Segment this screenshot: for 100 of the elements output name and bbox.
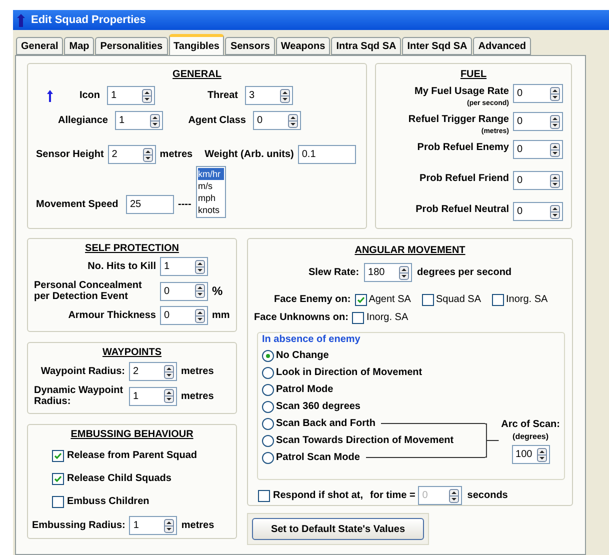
checkbox[interactable] bbox=[52, 450, 64, 462]
spinner-icon[interactable] bbox=[288, 114, 298, 128]
group-heading: GENERAL bbox=[172, 68, 222, 82]
list-item[interactable]: knots bbox=[198, 204, 224, 216]
tab[interactable]: General bbox=[16, 37, 64, 55]
number-field[interactable]: 2 bbox=[129, 362, 177, 381]
list-item[interactable]: km/hr bbox=[198, 168, 224, 180]
spinner-icon[interactable] bbox=[195, 308, 205, 322]
checkbox[interactable] bbox=[422, 294, 434, 306]
spinner-icon[interactable] bbox=[164, 364, 174, 378]
checkbox-label: Release Child Squads bbox=[67, 472, 172, 486]
tab[interactable]: Advanced bbox=[473, 37, 532, 55]
checkbox[interactable] bbox=[352, 312, 364, 324]
spinner-icon[interactable] bbox=[164, 518, 174, 532]
number-field[interactable]: 1 bbox=[129, 386, 177, 406]
tab[interactable]: Weapons bbox=[276, 37, 330, 55]
radio-label: Scan Back and Forth bbox=[276, 417, 376, 431]
field-label: Agent Class bbox=[187, 114, 247, 128]
checkbox[interactable] bbox=[52, 496, 64, 508]
default-button[interactable]: Set to Default State's Values bbox=[252, 518, 424, 540]
unit-listbox[interactable]: km/hr m/s mph knots bbox=[196, 166, 226, 218]
field-note: (degrees) bbox=[512, 432, 549, 441]
spinner-icon[interactable] bbox=[550, 86, 560, 100]
spinner-icon[interactable] bbox=[142, 88, 152, 102]
spinner-icon[interactable] bbox=[280, 88, 290, 102]
number-field[interactable]: 0 bbox=[513, 171, 563, 190]
tab[interactable]: Map bbox=[64, 37, 94, 55]
radio-button[interactable] bbox=[262, 434, 274, 446]
group-heading: WAYPOINTS bbox=[101, 346, 163, 360]
spinner-icon[interactable] bbox=[550, 174, 560, 188]
window-title: Edit Squad Properties bbox=[31, 12, 146, 28]
number-field[interactable]: 3 bbox=[245, 86, 293, 105]
unit-label: metres bbox=[160, 148, 193, 162]
unit-label: metres bbox=[181, 365, 214, 379]
checkbox-label: Release from Parent Squad bbox=[67, 449, 198, 463]
number-field[interactable]: 1 bbox=[107, 86, 155, 105]
unit-label: % bbox=[212, 283, 223, 300]
spinner-icon[interactable] bbox=[142, 148, 153, 162]
tab[interactable]: Sensors bbox=[225, 37, 275, 55]
field-label: Threat bbox=[206, 89, 239, 103]
radio-button[interactable] bbox=[262, 384, 274, 396]
radio-button[interactable] bbox=[262, 350, 274, 362]
number-field[interactable]: 100 bbox=[512, 445, 550, 464]
checkbox[interactable] bbox=[258, 490, 270, 502]
field-label: Prob Refuel Friend bbox=[420, 172, 509, 186]
spinner-icon[interactable] bbox=[536, 448, 547, 462]
tab[interactable]: Inter Sqd SA bbox=[402, 37, 472, 55]
checkbox[interactable] bbox=[492, 294, 504, 306]
number-field[interactable]: 180 bbox=[364, 263, 412, 282]
number-field[interactable]: 1 bbox=[115, 111, 163, 130]
list-item[interactable]: mph bbox=[198, 192, 224, 204]
field-label: My Fuel Usage Rate bbox=[414, 85, 509, 99]
list-item[interactable]: m/s bbox=[198, 180, 224, 192]
spinner-icon[interactable] bbox=[150, 114, 160, 128]
radio-button[interactable] bbox=[262, 366, 274, 378]
spinner-icon[interactable] bbox=[195, 284, 205, 298]
tab[interactable]: Tangibles bbox=[168, 34, 224, 55]
number-field[interactable]: 0 bbox=[253, 111, 301, 130]
text-field[interactable]: 25 bbox=[126, 194, 174, 214]
group-heading: SELF PROTECTION bbox=[84, 242, 180, 256]
group-heading: EMBUSSING BEHAVIOUR bbox=[70, 428, 194, 442]
radio-button[interactable] bbox=[262, 400, 274, 412]
separator-text: ---- bbox=[178, 198, 192, 212]
field-label: Allegiance bbox=[56, 114, 109, 128]
number-field[interactable]: 1 bbox=[160, 257, 208, 276]
arrow-icon bbox=[47, 90, 53, 102]
spinner-icon[interactable] bbox=[550, 114, 560, 128]
checkbox-label: Respond if shot at, bbox=[273, 489, 363, 503]
number-field[interactable]: 0 bbox=[513, 202, 563, 221]
spinner-icon[interactable] bbox=[550, 142, 560, 156]
number-field[interactable]: 2 bbox=[108, 145, 156, 164]
number-field[interactable]: 0 bbox=[160, 306, 208, 325]
tab[interactable]: Intra Sqd SA bbox=[331, 37, 402, 55]
field-label: Prob Refuel Enemy bbox=[417, 141, 509, 155]
spinner-icon[interactable] bbox=[399, 266, 410, 280]
text-field[interactable]: 0.1 bbox=[298, 145, 356, 164]
radio-button[interactable] bbox=[262, 418, 274, 430]
radio-label: Patrol Scan Mode bbox=[276, 451, 360, 465]
spinner-icon[interactable] bbox=[449, 488, 460, 502]
spinner-icon[interactable] bbox=[550, 204, 560, 218]
number-field[interactable]: 0 bbox=[513, 112, 563, 131]
tab[interactable]: Personalities bbox=[95, 37, 168, 55]
unit-label: degrees per second bbox=[417, 266, 512, 280]
field-label: for time = bbox=[370, 489, 416, 503]
spinner-icon[interactable] bbox=[195, 260, 205, 274]
number-field[interactable]: 0 bbox=[513, 140, 563, 159]
unit-label: seconds bbox=[467, 489, 508, 503]
number-field[interactable]: 1 bbox=[129, 516, 178, 535]
checkbox-label: Inorg. SA bbox=[366, 311, 408, 325]
check-icon bbox=[54, 474, 62, 482]
number-field[interactable]: 0 bbox=[513, 84, 563, 103]
radio-label: Look in Direction of Movement bbox=[276, 366, 422, 380]
checkbox[interactable] bbox=[354, 294, 367, 306]
checkbox[interactable] bbox=[52, 472, 64, 484]
unit-label: metres bbox=[181, 390, 214, 404]
spinner-icon[interactable] bbox=[164, 389, 174, 403]
field-label: Personal Concealment per Detection Event bbox=[34, 280, 143, 302]
radio-button[interactable] bbox=[262, 452, 274, 464]
field-label: Dynamic Waypoint Radius: bbox=[34, 385, 124, 407]
number-field[interactable]: 0 bbox=[160, 282, 208, 300]
